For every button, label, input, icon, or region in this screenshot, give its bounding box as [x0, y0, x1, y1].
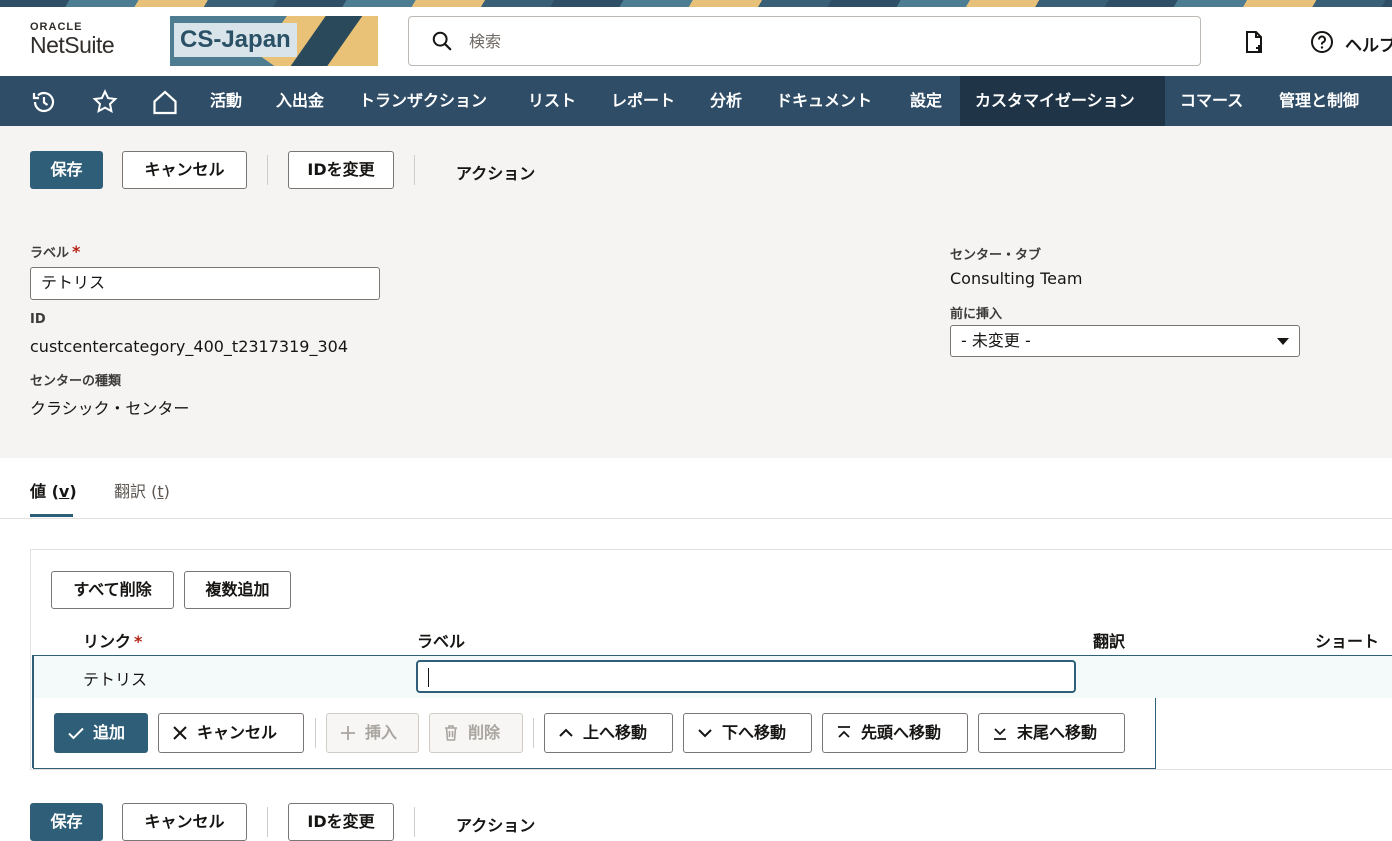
check-icon — [68, 727, 84, 740]
header-decorative-stripe — [0, 0, 1392, 7]
cancel-button-bottom[interactable]: キャンセル — [122, 803, 247, 841]
netsuite-logo[interactable]: ORACLE NetSuite — [30, 21, 140, 61]
toolbar-divider — [414, 807, 415, 837]
top-toolbar: 保存 キャンセル IDを変更 アクション — [0, 126, 1392, 212]
nav-item-setup[interactable]: 設定 — [910, 76, 942, 126]
chevron-down-icon — [698, 729, 712, 738]
nav-item-banking[interactable]: 入出金 — [276, 76, 324, 126]
add-row-button[interactable]: 追加 — [54, 713, 148, 753]
active-tab-indicator — [30, 514, 73, 517]
text-cursor — [428, 668, 429, 687]
toolbar-divider — [267, 807, 268, 837]
netsuite-wordmark: NetSuite — [30, 32, 115, 58]
recent-records-icon[interactable] — [1242, 30, 1266, 54]
global-header: ORACLE NetSuite CS-Japan ヘルプ — [0, 7, 1392, 76]
cancel-button[interactable]: キャンセル — [122, 151, 247, 189]
change-id-button-bottom[interactable]: IDを変更 — [288, 803, 394, 841]
actions-menu[interactable]: アクション — [456, 160, 535, 184]
button-divider — [315, 718, 316, 748]
chevron-up-icon — [559, 728, 573, 737]
nav-item-documents[interactable]: ドキュメント — [776, 76, 872, 126]
move-to-bottom-icon — [994, 728, 1006, 740]
nav-item-activities[interactable]: 活動 — [210, 76, 242, 126]
required-indicator: * — [134, 632, 143, 651]
toolbar-divider — [267, 155, 268, 185]
change-id-button[interactable]: IDを変更 — [288, 151, 394, 189]
move-bottom-button[interactable]: 末尾へ移動 — [978, 713, 1125, 753]
tab-divider — [0, 518, 1392, 519]
required-indicator: * — [72, 242, 81, 261]
label-field-label: ラベル * — [30, 242, 81, 261]
cancel-row-button[interactable]: キャンセル — [158, 713, 304, 753]
center-tab-label: センター・タブ — [950, 248, 1042, 263]
tab-translation[interactable]: 翻訳 (t) — [114, 478, 170, 502]
add-multiple-button[interactable]: 複数追加 — [184, 571, 291, 609]
move-to-top-icon — [838, 726, 850, 738]
column-header-link[interactable]: リンク * — [83, 628, 142, 652]
nav-item-admin[interactable]: 管理と制御 — [1279, 76, 1359, 126]
plus-icon — [341, 726, 355, 740]
home-icon[interactable] — [152, 89, 178, 115]
delete-row-button[interactable]: 削除 — [429, 713, 523, 753]
nav-item-transactions[interactable]: トランザクション — [359, 76, 487, 126]
column-header-shortcut[interactable]: ショート — [1315, 628, 1379, 652]
save-button[interactable]: 保存 — [30, 151, 103, 189]
center-type-label: センターの種類 — [30, 374, 122, 389]
search-input[interactable] — [467, 27, 1167, 55]
column-header-translation[interactable]: 翻訳 — [1093, 628, 1125, 652]
company-banner: CS-Japan — [170, 16, 378, 66]
help-link[interactable]: ヘルプ — [1345, 31, 1392, 56]
nav-item-lists[interactable]: リスト — [528, 76, 576, 126]
insert-row-button[interactable]: 挿入 — [326, 713, 419, 753]
move-up-button[interactable]: 上へ移動 — [544, 713, 673, 753]
global-search[interactable] — [408, 16, 1201, 66]
help-icon[interactable] — [1310, 30, 1334, 54]
edit-row-marker — [32, 655, 34, 768]
row-label-input[interactable] — [416, 660, 1076, 693]
record-form: ラベル * テトリス ID custcentercategory_400_t231… — [0, 212, 1392, 458]
close-icon — [173, 726, 187, 740]
recent-history-icon[interactable] — [31, 89, 57, 115]
row-link-value[interactable]: テトリス — [83, 666, 147, 690]
insert-before-select[interactable]: - 未変更 - — [950, 325, 1300, 357]
center-type-value: クラシック・センター — [30, 399, 190, 418]
favorites-star-icon[interactable] — [92, 89, 118, 115]
nav-item-reports[interactable]: レポート — [611, 76, 675, 126]
column-header-label[interactable]: ラベル — [417, 628, 465, 652]
trash-icon — [445, 725, 457, 741]
save-button-bottom[interactable]: 保存 — [30, 803, 103, 841]
button-divider — [533, 718, 534, 748]
tab-values[interactable]: 値 (v) — [30, 478, 77, 502]
main-navigation: 活動 入出金 トランザクション リスト レポート 分析 ドキュメント 設定 カス… — [0, 76, 1392, 126]
company-banner-text: CS-Japan — [174, 23, 297, 57]
remove-all-button[interactable]: すべて削除 — [51, 571, 174, 609]
id-field-label: ID — [30, 312, 46, 327]
search-icon — [432, 31, 452, 51]
actions-menu-bottom[interactable]: アクション — [456, 812, 535, 836]
id-value: custcentercategory_400_t2317319_304 — [30, 337, 348, 356]
insert-before-label: 前に挿入 — [950, 307, 1003, 322]
nav-item-commerce[interactable]: コマース — [1180, 76, 1243, 126]
toolbar-divider — [414, 155, 415, 185]
center-tab-value: Consulting Team — [950, 269, 1083, 288]
chevron-down-icon — [1277, 338, 1289, 345]
move-top-button[interactable]: 先頭へ移動 — [822, 713, 968, 753]
insert-before-selected-value: - 未変更 - — [961, 331, 1031, 350]
nav-item-customization[interactable]: カスタマイゼーション — [960, 76, 1165, 126]
label-input[interactable]: テトリス — [30, 267, 380, 300]
nav-item-analytics[interactable]: 分析 — [710, 76, 742, 126]
move-down-button[interactable]: 下へ移動 — [683, 713, 812, 753]
